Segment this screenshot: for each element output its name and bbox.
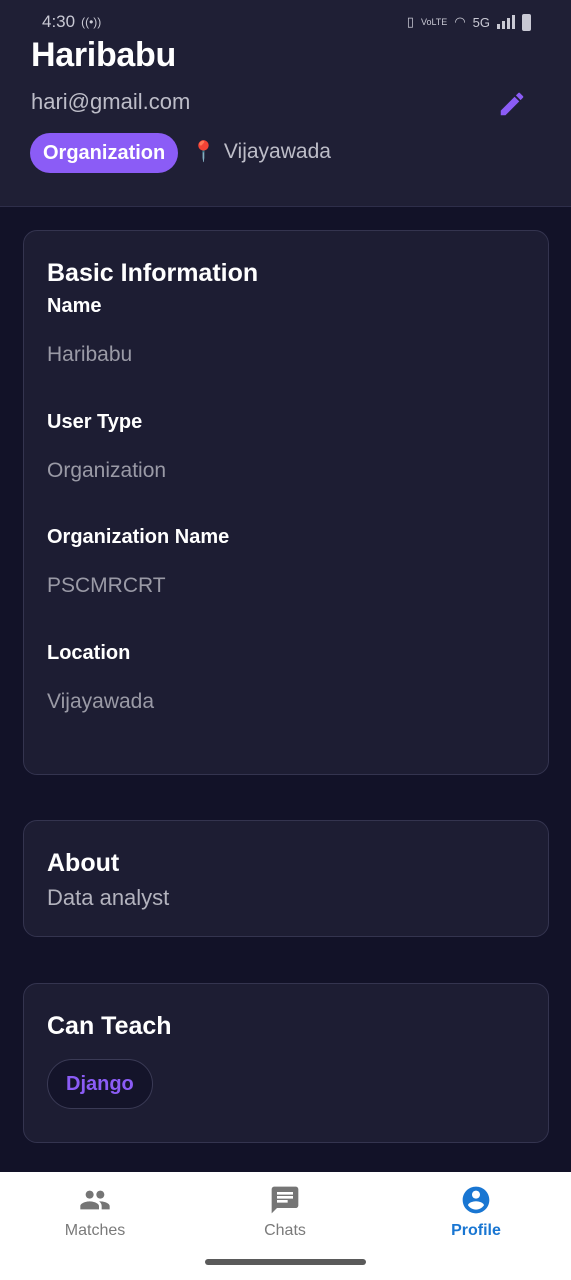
volte-icon: VoLTE (420, 17, 448, 27)
about-card: About Data analyst (23, 820, 549, 937)
home-indicator[interactable] (205, 1259, 366, 1265)
edit-profile-button[interactable] (496, 88, 528, 120)
card-title: Can Teach (47, 1012, 172, 1040)
organization-name-label: Organization Name (47, 526, 230, 548)
skill-chip[interactable]: Django (47, 1059, 153, 1109)
battery-icon (522, 13, 531, 31)
wifi-icon: ◠ (454, 14, 466, 29)
status-time: 4:30 (42, 12, 76, 31)
location-label: Location (47, 642, 131, 664)
network-type: 5G (472, 14, 490, 30)
location-text: Vijayawada (223, 140, 331, 163)
nav-label: Chats (264, 1222, 306, 1239)
user-name: Haribabu (31, 36, 176, 74)
user-email: hari@gmail.com (31, 89, 191, 114)
basic-information-card: Basic Information Name Haribabu User Typ… (23, 230, 549, 775)
can-teach-card: Can Teach Django (23, 983, 549, 1143)
account-circle-icon (462, 1186, 490, 1214)
profile-screen: 4:30 ((•)) ▯ VoLTE ◠ 5G Haribabu hari@gm… (0, 0, 571, 1280)
nav-matches[interactable]: Matches (25, 1184, 165, 1240)
hotspot-icon: ((•)) (81, 15, 102, 29)
about-text: Data analyst (47, 885, 170, 910)
user-type-label: User Type (47, 411, 143, 433)
nav-label: Profile (451, 1222, 501, 1239)
organization-name-value: PSCMRCRT (47, 574, 166, 597)
user-type-value: Organization (47, 459, 167, 482)
location-pin-icon: 📍 (191, 141, 216, 163)
profile-header: 4:30 ((•)) ▯ VoLTE ◠ 5G Haribabu hari@gm… (0, 0, 571, 207)
name-value: Haribabu (47, 343, 133, 366)
card-title: Basic Information (47, 259, 259, 287)
nav-label: Matches (64, 1222, 126, 1239)
name-label: Name (47, 295, 102, 317)
signal-icon (497, 15, 515, 29)
card-title: About (47, 849, 120, 877)
nav-chats[interactable]: Chats (215, 1184, 355, 1240)
chat-icon (271, 1186, 299, 1214)
role-badge: Organization (30, 133, 179, 173)
location-value: Vijayawada (47, 690, 155, 713)
nav-profile[interactable]: Profile (406, 1184, 546, 1240)
pencil-icon (500, 92, 524, 116)
location-row: 📍 Vijayawada (191, 140, 331, 164)
people-icon (80, 1190, 110, 1210)
vibrate-icon: ▯ (406, 14, 414, 29)
